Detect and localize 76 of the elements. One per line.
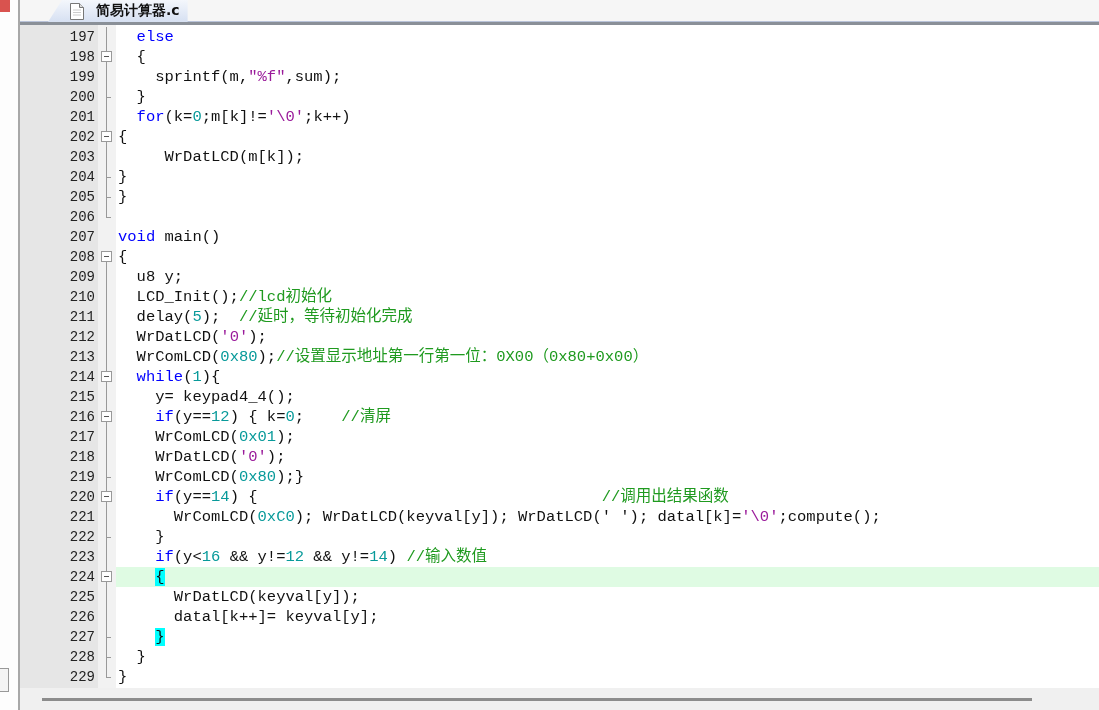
- line-number: 208: [68, 249, 96, 265]
- code-line: }: [154, 527, 166, 547]
- code-line: y= keypad4_4();: [154, 387, 296, 407]
- code-line: while(1){: [135, 367, 222, 387]
- code-line: }: [117, 187, 129, 207]
- line-number: 221: [68, 509, 96, 525]
- code-line: WrDatLCD('0');: [135, 327, 268, 347]
- line-number: 205: [68, 189, 96, 205]
- code-line: u8 y;: [135, 267, 185, 287]
- code-line: delay(5); //延时，等待初始化完成: [135, 307, 414, 327]
- line-number: 210: [68, 289, 96, 305]
- code-line: if(y<16 && y!=12 && y!=14) //输入数值: [154, 547, 488, 567]
- line-number: 215: [68, 389, 96, 405]
- code-line: else: [135, 27, 175, 47]
- code-line: {: [135, 47, 147, 67]
- collapse-icon[interactable]: [101, 251, 112, 262]
- line-number: 202: [68, 129, 96, 145]
- code-line: WrComLCD(0x80);}: [154, 467, 306, 487]
- line-number: 211: [68, 309, 96, 325]
- code-line: LCD_Init();//lcd初始化: [135, 287, 333, 307]
- line-number: 198: [68, 49, 96, 65]
- panel-control[interactable]: [0, 668, 9, 692]
- code-line: void main(): [117, 227, 222, 247]
- panel-marker: [0, 0, 10, 12]
- line-number: 197: [68, 29, 96, 45]
- line-number: 209: [68, 269, 96, 285]
- line-number: 213: [68, 349, 96, 365]
- code-line: WrDatLCD('0');: [154, 447, 287, 467]
- line-number: 207: [68, 229, 96, 245]
- line-number: 220: [68, 489, 96, 505]
- tab-title: 简易计算器.c: [96, 2, 180, 20]
- collapse-icon[interactable]: [101, 571, 112, 582]
- line-number: 226: [68, 609, 96, 625]
- code-line: WrDatLCD(m[k]);: [163, 147, 306, 167]
- line-number: 229: [68, 669, 96, 685]
- document-icon: [70, 2, 84, 20]
- code-line: datal[k++]= keyval[y];: [172, 607, 380, 627]
- code-line: if(y==12) { k=0; //清屏: [154, 407, 392, 427]
- line-number: 224: [68, 569, 96, 585]
- line-number: 199: [68, 69, 96, 85]
- code-line: WrComLCD(0x80);//设置显示地址第一行第一位：0X00（0x80+0x00）: [135, 347, 650, 367]
- collapse-icon[interactable]: [101, 371, 112, 382]
- code-line: }: [135, 647, 147, 667]
- code-line: sprintf(m,"%f",sum);: [154, 67, 343, 87]
- line-number: 216: [68, 409, 96, 425]
- code-line: }: [117, 667, 129, 687]
- line-number: 214: [68, 369, 96, 385]
- line-number: 212: [68, 329, 96, 345]
- line-number: 200: [68, 89, 96, 105]
- code-line: WrDatLCD(keyval[y]);: [172, 587, 361, 607]
- line-number: 222: [68, 529, 96, 545]
- line-number: 217: [68, 429, 96, 445]
- code-line: }: [117, 167, 129, 187]
- code-line: if(y==14) { //调用出结果函数: [154, 487, 730, 507]
- line-number: 203: [68, 149, 96, 165]
- collapse-icon[interactable]: [101, 51, 112, 62]
- code-line: for(k=0;m[k]!='\0';k++): [135, 107, 352, 127]
- line-number: 225: [68, 589, 96, 605]
- line-number: 227: [68, 629, 96, 645]
- code-line: {: [117, 127, 129, 147]
- file-tab[interactable]: 简易计算器.c: [48, 0, 188, 22]
- code-line: WrComLCD(0x01);: [154, 427, 296, 447]
- line-number: 228: [68, 649, 96, 665]
- code-line: WrComLCD(0xC0); WrDatLCD(keyval[y]); WrDatLCD(' '); datal[k]='\0';compute();: [172, 507, 882, 527]
- collapse-icon[interactable]: [101, 491, 112, 502]
- code-line: }: [135, 87, 147, 107]
- line-number: 223: [68, 549, 96, 565]
- line-number: 201: [68, 109, 96, 125]
- line-number: 219: [68, 469, 96, 485]
- horizontal-scrollbar[interactable]: [42, 697, 1032, 701]
- line-number: 204: [68, 169, 96, 185]
- line-number: 206: [68, 209, 96, 225]
- collapse-icon[interactable]: [101, 131, 112, 142]
- code-line: {: [117, 247, 129, 267]
- collapse-icon[interactable]: [101, 411, 112, 422]
- line-number: 218: [68, 449, 96, 465]
